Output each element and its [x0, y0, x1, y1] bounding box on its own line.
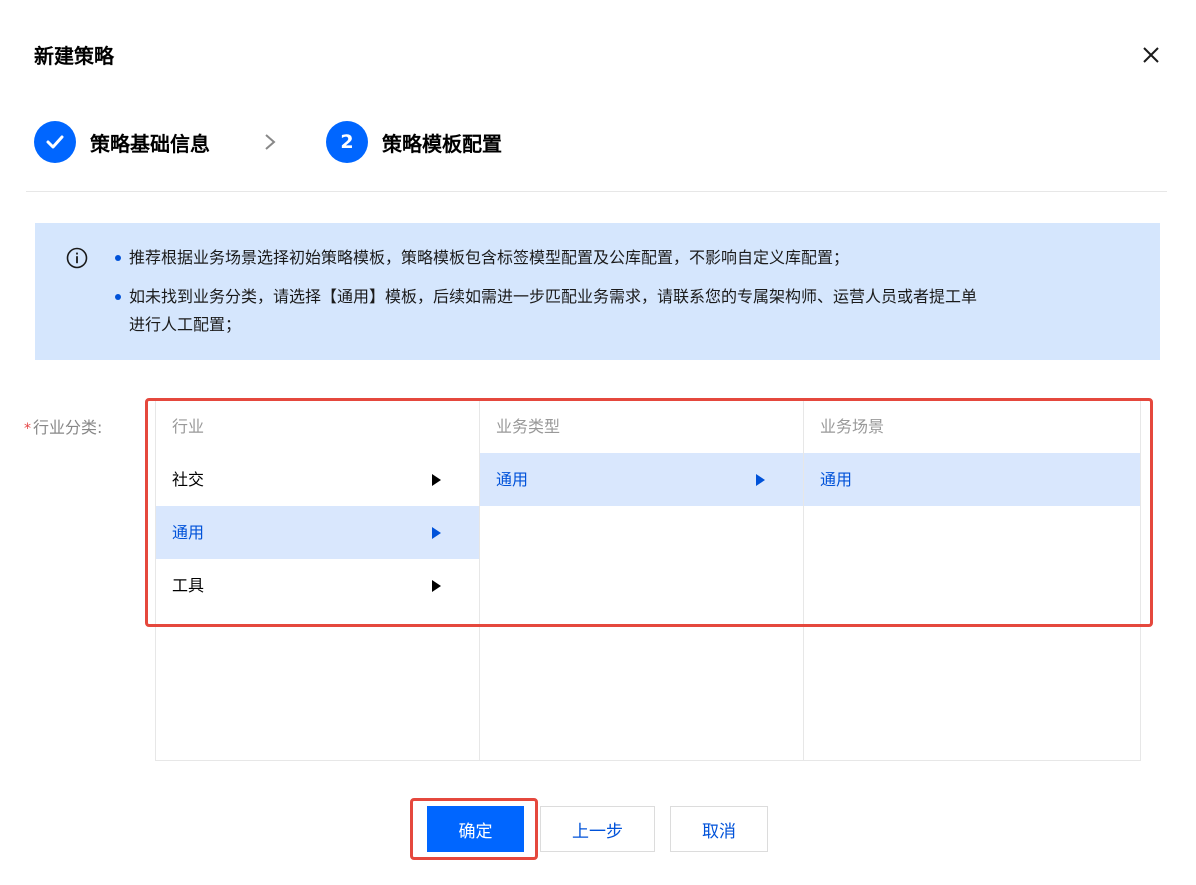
cascader-option-general[interactable]: 通用	[156, 506, 479, 559]
option-label: 工具	[172, 576, 205, 595]
check-icon	[34, 121, 76, 163]
required-mark: *	[24, 421, 31, 437]
bullet-icon	[115, 255, 121, 261]
divider	[26, 191, 1167, 192]
industry-cascader: 行业 社交 通用 工具 业务类型 通用 业务场景 通用	[155, 400, 1141, 761]
caret-right-icon	[432, 474, 441, 486]
confirm-button[interactable]: 确定	[427, 806, 524, 852]
column-header: 业务类型	[496, 417, 561, 436]
info-alert: 推荐根据业务场景选择初始策略模板，策略模板包含标签模型配置及公库配置，不影响自定…	[35, 223, 1160, 360]
close-icon[interactable]	[1140, 44, 1162, 66]
caret-right-icon	[432, 527, 441, 539]
cascader-column-industry: 行业 社交 通用 工具	[156, 401, 479, 760]
column-header: 行业	[172, 417, 205, 436]
alert-text: 如未找到业务分类，请选择【通用】模板，后续如需进一步匹配业务需求，请联系您的专属…	[129, 287, 978, 306]
cascader-column-business-type: 业务类型 通用	[479, 401, 803, 760]
step-number: 2	[326, 121, 368, 163]
cascader-option-social[interactable]: 社交	[156, 453, 479, 506]
chevron-right-icon	[262, 132, 278, 152]
alert-text: 推荐根据业务场景选择初始策略模板，策略模板包含标签模型配置及公库配置，不影响自定…	[129, 248, 850, 267]
caret-right-icon	[756, 474, 765, 486]
alert-text: 进行人工配置；	[129, 315, 242, 334]
step-label-basic-info: 策略基础信息	[90, 131, 210, 156]
option-label: 通用	[820, 470, 853, 489]
column-header: 业务场景	[820, 417, 885, 436]
cascader-option-tools[interactable]: 工具	[156, 559, 479, 612]
cascader-option-general[interactable]: 通用	[804, 453, 1140, 506]
option-label: 通用	[172, 523, 205, 542]
info-icon	[66, 247, 88, 269]
option-label: 社交	[172, 470, 205, 489]
option-label: 通用	[496, 470, 529, 489]
industry-field-label: * 行业分类:	[24, 414, 102, 438]
bullet-icon	[115, 294, 121, 300]
prev-step-button[interactable]: 上一步	[540, 806, 655, 852]
industry-label-text: 行业分类:	[33, 418, 103, 437]
cancel-button[interactable]: 取消	[670, 806, 768, 852]
cascader-column-business-scenario: 业务场景 通用	[803, 401, 1140, 760]
dialog-title: 新建策略	[34, 44, 114, 68]
caret-right-icon	[432, 580, 441, 592]
step-label-template-config: 策略模板配置	[382, 131, 502, 156]
steps: 策略基础信息 2 策略模板配置	[34, 120, 502, 164]
cascader-option-general[interactable]: 通用	[480, 453, 803, 506]
